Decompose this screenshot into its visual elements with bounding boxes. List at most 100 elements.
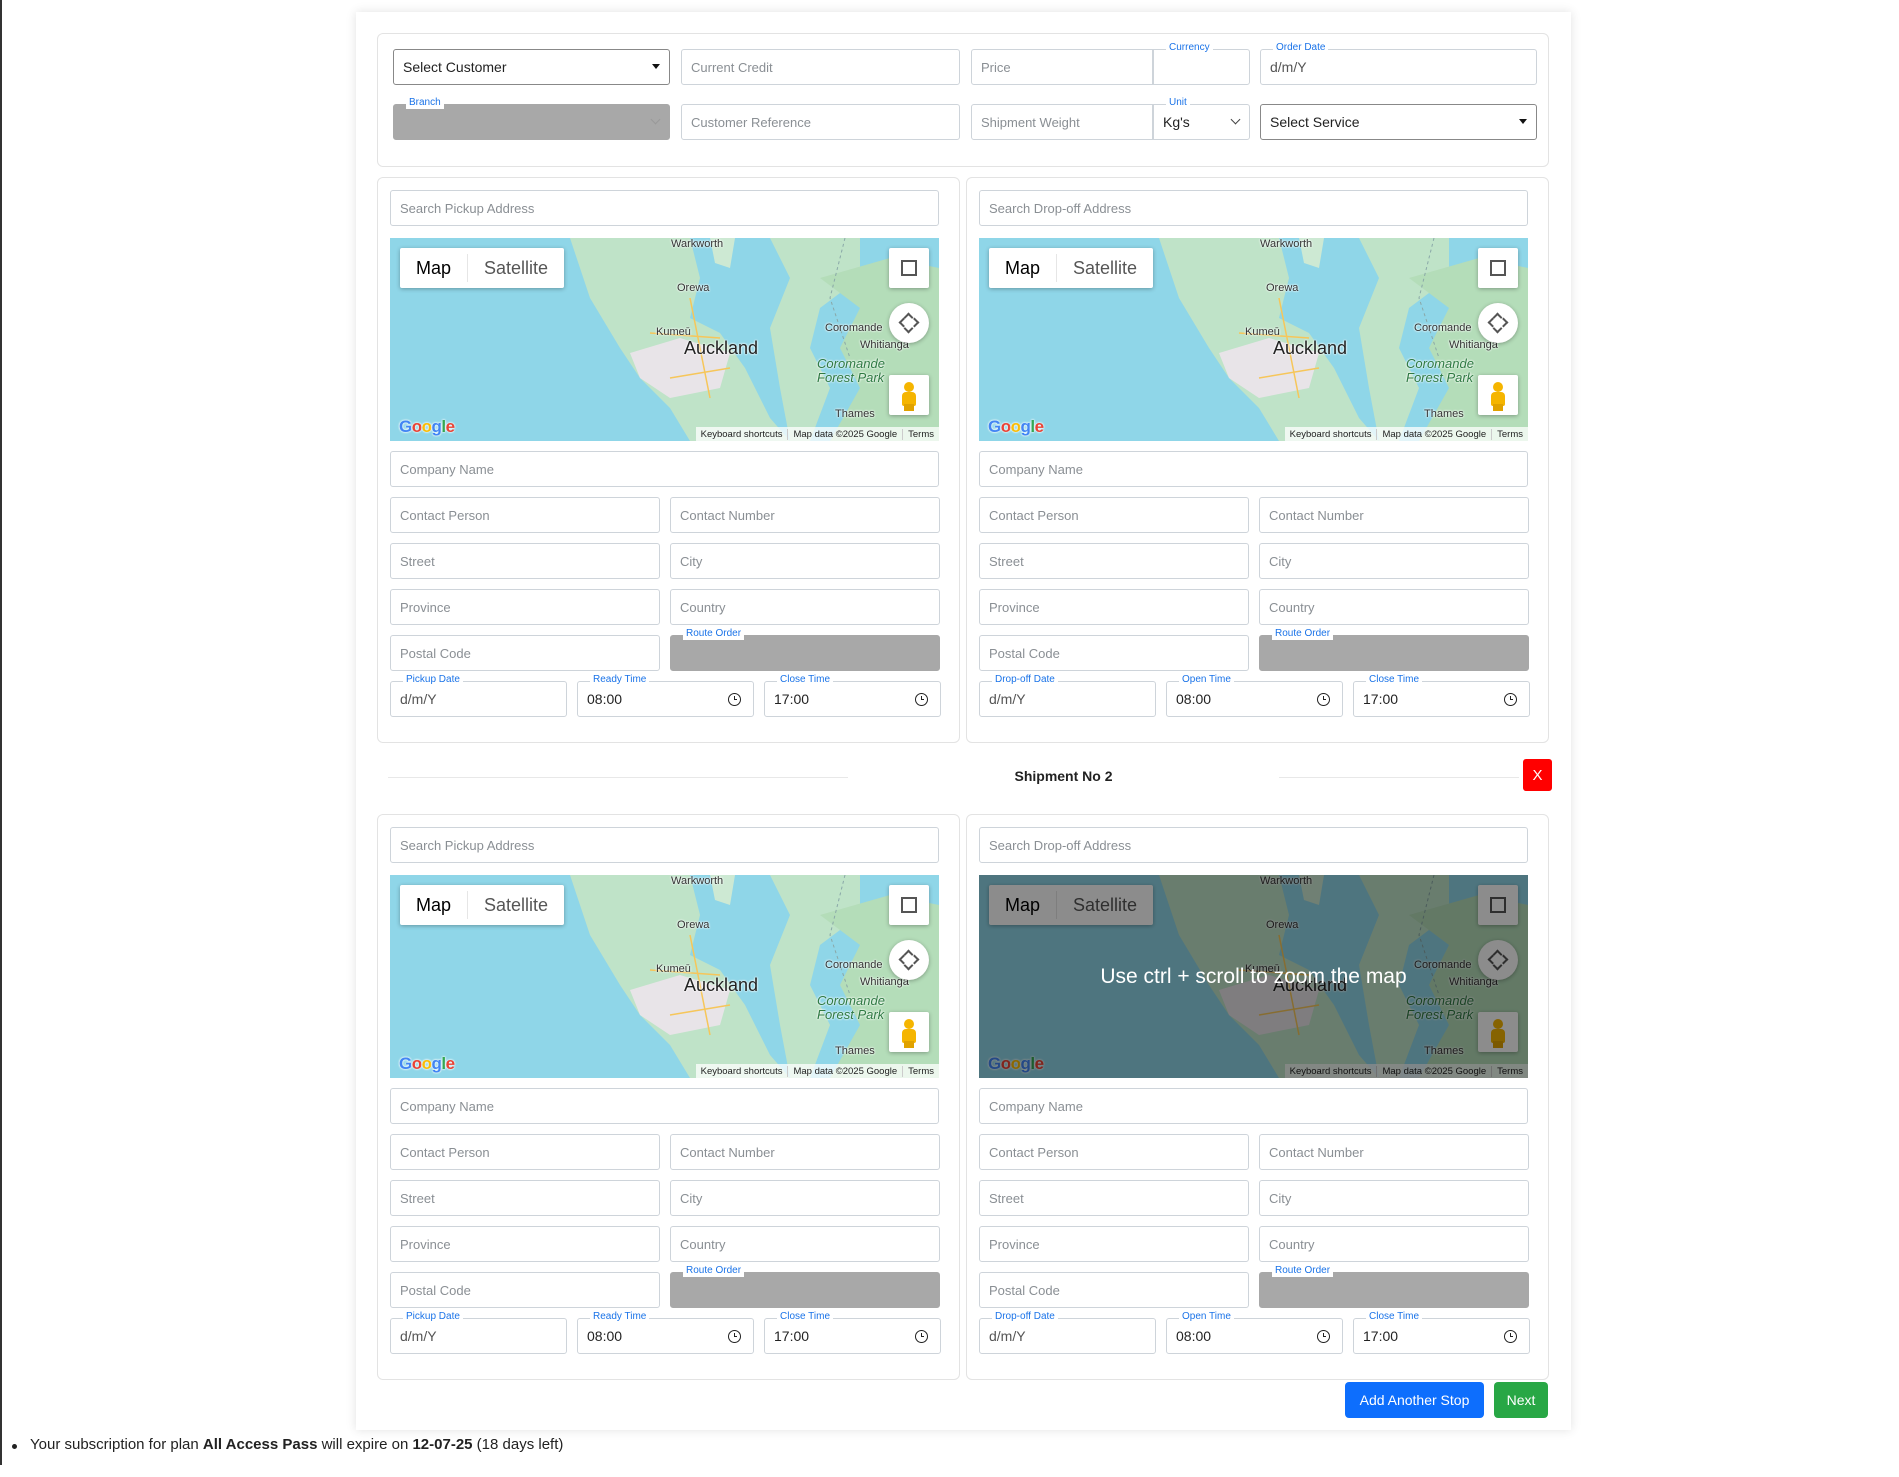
terms-link[interactable]: Terms (902, 1065, 939, 1077)
pickup-contact-number-field[interactable]: Contact Number (670, 497, 940, 533)
dropoff-postal-code-field[interactable]: Postal Code (979, 635, 1249, 671)
street-view-pegman-icon[interactable] (1478, 375, 1518, 415)
dropoff-time2-field[interactable]: Close Time 17:00 (1353, 1311, 1530, 1354)
select-service-dropdown[interactable]: Select Service (1260, 104, 1537, 140)
dropoff-search-address-input[interactable]: Search Drop-off Address (979, 190, 1528, 226)
map-type-map-button[interactable]: Map (989, 248, 1056, 288)
pickup-route-order-field[interactable]: Route Order (670, 1265, 940, 1308)
clock-icon[interactable] (728, 693, 741, 706)
unit-select[interactable]: Unit Kg's (1153, 97, 1250, 140)
keyboard-shortcuts-link[interactable]: Keyboard shortcuts (696, 1066, 788, 1077)
pickup-province-field[interactable]: Province (390, 1226, 660, 1262)
map-type-map-button[interactable]: Map (400, 885, 467, 925)
pickup-contact-number-field[interactable]: Contact Number (670, 1134, 940, 1170)
shipment-weight-field[interactable]: Shipment Weight (971, 104, 1153, 140)
pickup-date-field[interactable]: Pickup Date d/m/Y (390, 674, 567, 717)
camera-control-icon[interactable] (889, 940, 929, 980)
dropoff-date-field[interactable]: Drop-off Date d/m/Y (979, 674, 1156, 717)
select-customer-dropdown[interactable]: Select Customer (393, 49, 670, 85)
terms-link[interactable]: Terms (902, 428, 939, 440)
camera-control-icon[interactable] (1478, 303, 1518, 343)
dropoff-route-order-field[interactable]: Route Order (1259, 628, 1529, 671)
pickup-company-name-field[interactable]: Company Name (390, 451, 939, 487)
street-view-pegman-icon[interactable] (889, 375, 929, 415)
map-type-satellite-button[interactable]: Satellite (468, 885, 564, 925)
clock-icon[interactable] (728, 1330, 741, 1343)
dropoff-province-field[interactable]: Province (979, 1226, 1249, 1262)
map-type-satellite-button[interactable]: Satellite (468, 248, 564, 288)
dropoff-date-field[interactable]: Drop-off Date d/m/Y (979, 1311, 1156, 1354)
address-map[interactable]: Warkworth Orewa Kumeū Auckland Coromande Whit… (390, 238, 939, 441)
dropoff-street-field[interactable]: Street (979, 543, 1249, 579)
pickup-date-field[interactable]: Pickup Date d/m/Y (390, 1311, 567, 1354)
pickup-contact-person-field[interactable]: Contact Person (390, 1134, 660, 1170)
dropoff-contact-number-field[interactable]: Contact Number (1259, 497, 1529, 533)
address-map[interactable]: Warkworth Orewa Kumeū Auckland Coromande Whit… (979, 875, 1528, 1078)
pickup-city-field[interactable]: City (670, 1180, 940, 1216)
map-type-satellite-button[interactable]: Satellite (1057, 248, 1153, 288)
pickup-postal-code-field[interactable]: Postal Code (390, 635, 660, 671)
pickup-country-field[interactable]: Country (670, 589, 940, 625)
dropoff-city-field[interactable]: City (1259, 1180, 1529, 1216)
price-field[interactable]: Price (971, 49, 1153, 85)
dropoff-contact-person-field[interactable]: Contact Person (979, 497, 1249, 533)
pickup-time1-field[interactable]: Ready Time 08:00 (577, 674, 754, 717)
remove-shipment-button[interactable]: X (1523, 759, 1552, 791)
pickup-time1-field[interactable]: Ready Time 08:00 (577, 1311, 754, 1354)
map-place-label: Forest Park (817, 370, 885, 385)
current-credit-field[interactable]: Current Credit (681, 49, 960, 85)
terms-link[interactable]: Terms (1491, 428, 1528, 440)
pickup-search-address-input[interactable]: Search Pickup Address (390, 190, 939, 226)
pickup-street-field[interactable]: Street (390, 543, 660, 579)
pickup-company-name-field[interactable]: Company Name (390, 1088, 939, 1124)
map-place-label: Orewa (677, 919, 710, 931)
fullscreen-icon[interactable] (889, 248, 929, 288)
pickup-search-address-input[interactable]: Search Pickup Address (390, 827, 939, 863)
keyboard-shortcuts-link[interactable]: Keyboard shortcuts (1285, 429, 1377, 440)
fullscreen-icon[interactable] (1478, 248, 1518, 288)
customer-reference-field[interactable]: Customer Reference (681, 104, 960, 140)
clock-icon[interactable] (1504, 1330, 1517, 1343)
map-type-map-button[interactable]: Map (400, 248, 467, 288)
dropoff-contact-number-field[interactable]: Contact Number (1259, 1134, 1529, 1170)
pickup-route-order-field[interactable]: Route Order (670, 628, 940, 671)
address-map[interactable]: Warkworth Orewa Kumeū Auckland Coromande Whit… (979, 238, 1528, 441)
clock-icon[interactable] (915, 693, 928, 706)
street-view-pegman-icon[interactable] (889, 1012, 929, 1052)
fullscreen-icon[interactable] (889, 885, 929, 925)
dropoff-city-field[interactable]: City (1259, 543, 1529, 579)
order-date-field[interactable]: Order Date d/m/Y (1260, 42, 1537, 85)
pickup-time2-field[interactable]: Close Time 17:00 (764, 674, 941, 717)
dropoff-time1-field[interactable]: Open Time 08:00 (1166, 1311, 1343, 1354)
pickup-contact-person-field[interactable]: Contact Person (390, 497, 660, 533)
next-button[interactable]: Next (1494, 1382, 1548, 1418)
dropoff-country-field[interactable]: Country (1259, 1226, 1529, 1262)
dropoff-country-field[interactable]: Country (1259, 589, 1529, 625)
clock-icon[interactable] (1504, 693, 1517, 706)
currency-field[interactable]: Currency (1153, 42, 1250, 85)
dropoff-province-field[interactable]: Province (979, 589, 1249, 625)
add-another-stop-button[interactable]: Add Another Stop (1345, 1382, 1484, 1418)
dropoff-company-name-field[interactable]: Company Name (979, 451, 1528, 487)
camera-control-icon[interactable] (889, 303, 929, 343)
pickup-country-field[interactable]: Country (670, 1226, 940, 1262)
dropoff-search-address-input[interactable]: Search Drop-off Address (979, 827, 1528, 863)
clock-icon[interactable] (1317, 693, 1330, 706)
dropoff-postal-code-field[interactable]: Postal Code (979, 1272, 1249, 1308)
pickup-time2-field[interactable]: Close Time 17:00 (764, 1311, 941, 1354)
pickup-province-field[interactable]: Province (390, 589, 660, 625)
dropoff-street-field[interactable]: Street (979, 1180, 1249, 1216)
dropoff-route-order-field[interactable]: Route Order (1259, 1265, 1529, 1308)
pickup-street-field[interactable]: Street (390, 1180, 660, 1216)
dropoff-time2-field[interactable]: Close Time 17:00 (1353, 674, 1530, 717)
dropoff-time1-field[interactable]: Open Time 08:00 (1166, 674, 1343, 717)
branch-select[interactable]: Branch (393, 97, 670, 140)
pickup-city-field[interactable]: City (670, 543, 940, 579)
pickup-postal-code-field[interactable]: Postal Code (390, 1272, 660, 1308)
dropoff-contact-person-field[interactable]: Contact Person (979, 1134, 1249, 1170)
clock-icon[interactable] (915, 1330, 928, 1343)
keyboard-shortcuts-link[interactable]: Keyboard shortcuts (696, 429, 788, 440)
dropoff-company-name-field[interactable]: Company Name (979, 1088, 1528, 1124)
address-map[interactable]: Warkworth Orewa Kumeū Auckland Coromande Whit… (390, 875, 939, 1078)
clock-icon[interactable] (1317, 1330, 1330, 1343)
